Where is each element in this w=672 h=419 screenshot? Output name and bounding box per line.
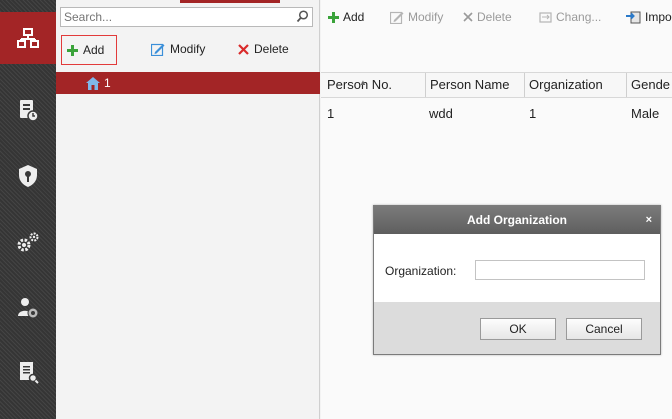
dialog-title-bar: Add Organization × xyxy=(374,206,660,234)
add-organization-dialog: Add Organization × Organization: OK Canc… xyxy=(373,205,661,355)
close-icon[interactable]: × xyxy=(646,206,652,234)
plus-icon xyxy=(328,11,339,23)
delete-icon xyxy=(238,43,249,55)
delete-person-label: Delete xyxy=(477,10,512,24)
cell-gender: Male xyxy=(631,106,660,121)
delete-icon xyxy=(463,12,473,22)
add-label: Add xyxy=(83,43,105,57)
column-header-organization[interactable]: Organization xyxy=(524,73,603,97)
delete-label: Delete xyxy=(254,42,289,56)
modify-organization-button[interactable]: Modify xyxy=(151,34,205,64)
cell-person-no: 1 xyxy=(327,106,335,121)
cancel-button[interactable]: Cancel xyxy=(566,318,642,340)
column-header-gender[interactable]: Gende xyxy=(626,73,670,97)
import-button[interactable]: Impo xyxy=(626,0,672,34)
access-control-icon xyxy=(19,165,37,187)
modify-person-label: Modify xyxy=(408,10,444,24)
sidebar-item-report[interactable] xyxy=(0,344,56,400)
import-icon xyxy=(626,11,641,24)
organization-name-input[interactable] xyxy=(475,260,645,280)
device-icon xyxy=(20,100,39,122)
cell-person-name: wdd xyxy=(429,106,453,121)
modify-label: Modify xyxy=(170,42,206,56)
organization-icon xyxy=(17,28,39,48)
dialog-footer: OK Cancel xyxy=(374,302,660,354)
organization-toolbar: Add Modify Delete xyxy=(56,34,320,65)
table-row[interactable]: 1 wdd 1 Male xyxy=(321,102,672,126)
change-organization-label: Chang... xyxy=(556,10,602,24)
column-header-person-name[interactable]: Person Name xyxy=(425,73,509,97)
top-accent-strip xyxy=(180,0,280,3)
change-organization-button[interactable]: Chang... xyxy=(539,0,601,34)
report-icon xyxy=(20,362,39,384)
dialog-title: Add Organization xyxy=(467,213,567,227)
sidebar-item-settings[interactable] xyxy=(0,214,56,270)
delete-organization-button[interactable]: Delete xyxy=(238,34,289,64)
edit-icon xyxy=(151,43,165,56)
tree-node-root[interactable]: 1 xyxy=(56,72,320,94)
person-icon xyxy=(18,298,39,319)
person-toolbar: Add Modify Delete Chang... Impo xyxy=(321,0,672,34)
sidebar-item-organization[interactable] xyxy=(0,12,56,64)
tree-node-label: 1 xyxy=(104,76,111,90)
search-icon[interactable] xyxy=(296,10,309,26)
add-person-button[interactable]: Add xyxy=(328,0,364,34)
delete-person-button[interactable]: Delete xyxy=(463,0,512,34)
sidebar xyxy=(0,0,56,419)
sidebar-item-person[interactable] xyxy=(0,280,56,336)
change-icon xyxy=(539,11,552,23)
ok-button[interactable]: OK xyxy=(480,318,556,340)
add-person-label: Add xyxy=(343,10,365,24)
add-organization-button[interactable]: Add xyxy=(61,35,117,65)
cell-organization: 1 xyxy=(529,106,537,121)
search-box xyxy=(60,7,313,27)
search-input[interactable] xyxy=(61,8,286,26)
organization-field-label: Organization: xyxy=(385,264,457,278)
settings-icon xyxy=(17,232,39,252)
sidebar-item-access-control[interactable] xyxy=(0,148,56,204)
plus-icon xyxy=(67,44,78,56)
organization-panel: Add Modify Delete 1 xyxy=(56,0,320,419)
sort-ascending-icon: ▲ xyxy=(359,78,367,87)
person-table-header: ▲ Person No. Person Name Organization Ge… xyxy=(321,72,672,98)
dialog-body: Organization: xyxy=(374,234,660,302)
column-header-person-no[interactable]: ▲ Person No. xyxy=(327,73,392,97)
sidebar-item-device[interactable] xyxy=(0,82,56,138)
modify-person-button[interactable]: Modify xyxy=(390,0,443,34)
import-label: Impo xyxy=(645,10,672,24)
edit-icon xyxy=(390,11,404,24)
home-icon xyxy=(86,76,100,90)
